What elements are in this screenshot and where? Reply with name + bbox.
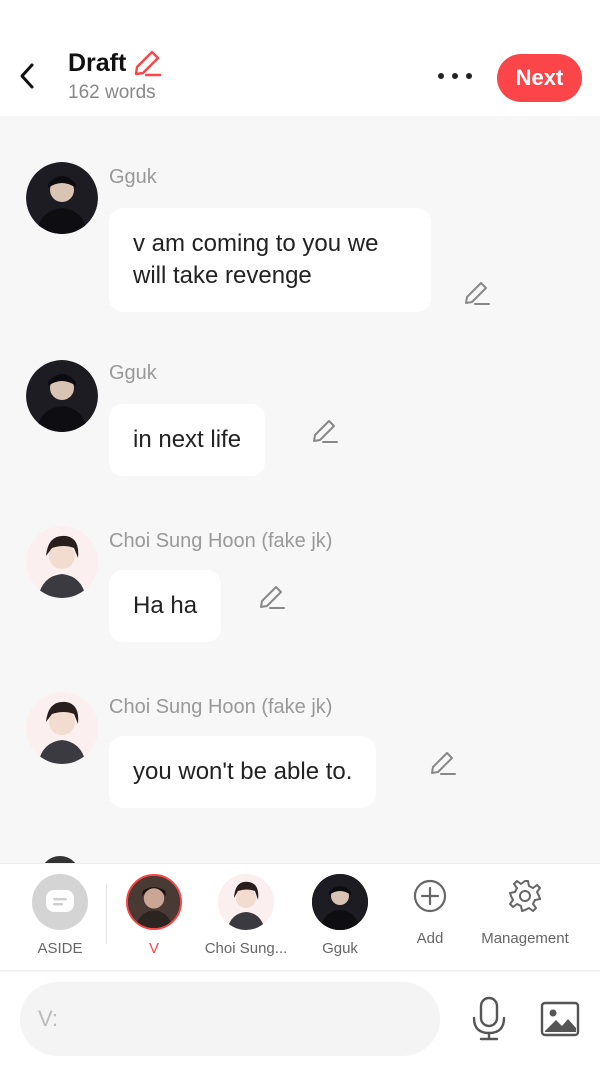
avatar-partial xyxy=(40,856,80,863)
chevron-left-icon xyxy=(20,63,34,89)
message-input[interactable] xyxy=(20,982,440,1056)
character-selector: ASIDE V Choi Sung... Gguk Add Management xyxy=(0,863,600,971)
management-button[interactable]: Management xyxy=(470,874,580,947)
edit-message-button[interactable] xyxy=(310,416,340,446)
character-choi-sung-hoon[interactable]: Choi Sung... xyxy=(201,874,291,957)
edit-message-button[interactable] xyxy=(462,278,492,308)
character-label: V xyxy=(148,940,159,957)
pencil-icon xyxy=(135,50,162,77)
pencil-icon xyxy=(431,752,456,775)
message-bubble[interactable]: v am coming to you we will take revenge xyxy=(109,208,431,312)
message-author: Gguk xyxy=(109,166,157,188)
character-label: Choi Sung... xyxy=(204,940,288,957)
message-author: Gguk xyxy=(109,362,157,384)
aside-icon xyxy=(32,874,88,930)
word-count: 162 words xyxy=(68,82,156,103)
avatar-v xyxy=(126,874,182,930)
avatar-gguk xyxy=(312,874,368,930)
divider xyxy=(106,884,107,944)
page-title: Draft xyxy=(68,48,127,77)
plus-circle-icon xyxy=(402,874,458,918)
image-icon xyxy=(540,1001,580,1037)
edit-message-button[interactable] xyxy=(428,748,458,778)
avatar-choi-sung-hoon[interactable] xyxy=(26,692,98,764)
back-button[interactable] xyxy=(10,56,44,96)
character-label: Gguk xyxy=(322,940,358,957)
image-upload-button[interactable] xyxy=(538,998,582,1040)
character-gguk[interactable]: Gguk xyxy=(295,874,385,957)
avatar-gguk[interactable] xyxy=(26,360,98,432)
message-bubble[interactable]: Ha ha xyxy=(109,570,222,642)
character-v[interactable]: V xyxy=(109,874,199,957)
edit-message-button[interactable] xyxy=(257,582,287,612)
more-dot xyxy=(466,73,472,79)
top-bar: Draft 162 words Next xyxy=(0,0,600,116)
microphone-icon xyxy=(472,996,506,1041)
character-label: ASIDE xyxy=(37,940,83,957)
gear-icon xyxy=(497,874,553,918)
character-aside[interactable]: ASIDE xyxy=(15,874,105,957)
character-label: Management xyxy=(481,930,569,947)
message-bubble[interactable]: you won't be able to. xyxy=(109,736,377,808)
avatar-choi-sung-hoon[interactable] xyxy=(26,526,98,598)
more-options-button[interactable] xyxy=(432,64,478,88)
avatar-choi-sung-hoon xyxy=(218,874,274,930)
more-dot xyxy=(452,73,458,79)
character-label: Add xyxy=(416,930,444,947)
composer-bar xyxy=(0,972,600,1067)
more-horizontal-icon xyxy=(438,73,444,79)
avatar-gguk[interactable] xyxy=(26,162,98,234)
pencil-icon xyxy=(260,586,285,609)
chat-area[interactable]: Gguk v am coming to you we will take rev… xyxy=(0,116,600,863)
add-character-button[interactable]: Add xyxy=(385,874,475,947)
message-bubble[interactable]: in next life xyxy=(109,404,266,476)
pencil-icon xyxy=(313,420,338,443)
title-edit-button[interactable] xyxy=(132,48,162,78)
message-author: Choi Sung Hoon (fake jk) xyxy=(109,530,333,552)
message-author: Choi Sung Hoon (fake jk) xyxy=(109,696,333,718)
title-block: Draft 162 words xyxy=(68,48,162,104)
next-button[interactable]: Next xyxy=(497,54,582,102)
microphone-button[interactable] xyxy=(466,996,512,1042)
pencil-icon xyxy=(465,282,490,305)
